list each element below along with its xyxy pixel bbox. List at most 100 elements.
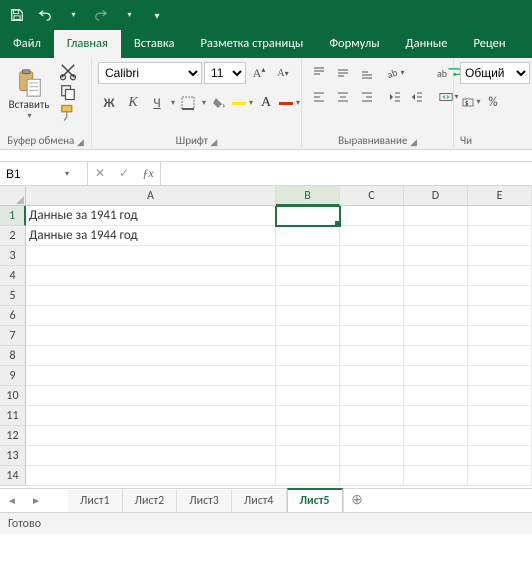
cell-B9[interactable]	[276, 366, 340, 386]
cell-D10[interactable]	[404, 386, 468, 406]
cell-C7[interactable]	[340, 326, 404, 346]
cell-A13[interactable]	[26, 446, 276, 466]
cell-E10[interactable]	[468, 386, 532, 406]
sheet-tab[interactable]: Лист2	[123, 489, 178, 512]
cell-C5[interactable]	[340, 286, 404, 306]
cell-C9[interactable]	[340, 366, 404, 386]
align-center-button[interactable]	[332, 86, 354, 108]
cell-E4[interactable]	[468, 266, 532, 286]
cell-D8[interactable]	[404, 346, 468, 366]
sheet-tab[interactable]: Лист5	[287, 488, 343, 512]
confirm-edit-button[interactable]: ✓	[112, 162, 136, 186]
cell-B5[interactable]	[276, 286, 340, 306]
row-header[interactable]: 1	[0, 206, 26, 226]
chevron-down-icon[interactable]: ▾	[171, 98, 175, 108]
row-header[interactable]: 7	[0, 326, 26, 346]
cell-C10[interactable]	[340, 386, 404, 406]
cell-B7[interactable]	[276, 326, 340, 346]
cell-C13[interactable]	[340, 446, 404, 466]
cell-C2[interactable]	[340, 226, 404, 246]
redo-dropdown-icon[interactable]: ▾	[116, 2, 142, 28]
cell-C8[interactable]	[340, 346, 404, 366]
cell-B11[interactable]	[276, 406, 340, 426]
dialog-launcher-icon[interactable]: ◢	[77, 137, 84, 148]
tab-review[interactable]: Рецен	[460, 30, 518, 58]
cell-C4[interactable]	[340, 266, 404, 286]
font-size-select[interactable]: 11	[204, 62, 246, 84]
cell-D13[interactable]	[404, 446, 468, 466]
tab-page-layout[interactable]: Разметка страницы	[187, 30, 316, 58]
chevron-down-icon[interactable]: ▾	[202, 98, 206, 108]
cell-E3[interactable]	[468, 246, 532, 266]
tab-data[interactable]: Данные	[393, 30, 461, 58]
col-header-E[interactable]: E	[468, 186, 532, 206]
cell-A7[interactable]	[26, 326, 276, 346]
dialog-launcher-icon[interactable]: ◢	[210, 137, 217, 148]
row-header[interactable]: 9	[0, 366, 26, 386]
cell-B2[interactable]	[276, 226, 340, 246]
paste-button[interactable]: Вставить ▾	[6, 62, 52, 126]
increase-indent-button[interactable]	[406, 86, 428, 108]
cell-C1[interactable]	[340, 206, 404, 226]
cell-B3[interactable]	[276, 246, 340, 266]
cell-B10[interactable]	[276, 386, 340, 406]
row-header[interactable]: 11	[0, 406, 26, 426]
decrease-font-button[interactable]: A▾	[272, 62, 294, 84]
cell-D9[interactable]	[404, 366, 468, 386]
accounting-format-button[interactable]: $▾	[460, 91, 482, 113]
cell-E6[interactable]	[468, 306, 532, 326]
tab-insert[interactable]: Вставка	[121, 30, 188, 58]
cell-A2[interactable]: Данные за 1944 год	[26, 226, 276, 246]
cell-D14[interactable]	[404, 466, 468, 486]
col-header-D[interactable]: D	[404, 186, 468, 206]
row-header[interactable]: 3	[0, 246, 26, 266]
number-format-select[interactable]: Общий	[460, 62, 530, 84]
format-painter-button[interactable]	[58, 104, 78, 122]
underline-button[interactable]: Ч	[146, 92, 168, 114]
row-header[interactable]: 12	[0, 426, 26, 446]
cell-A10[interactable]	[26, 386, 276, 406]
save-button[interactable]	[4, 2, 30, 28]
font-name-select[interactable]: Calibri	[98, 62, 202, 84]
percent-format-button[interactable]: %	[482, 91, 504, 113]
orientation-button[interactable]: ab▾	[384, 62, 406, 84]
chevron-down-icon[interactable]: ▾	[65, 169, 69, 179]
undo-button[interactable]	[32, 2, 58, 28]
cell-B13[interactable]	[276, 446, 340, 466]
sheet-tab[interactable]: Лист3	[177, 489, 232, 512]
font-color-button[interactable]: A	[255, 92, 277, 114]
cell-D12[interactable]	[404, 426, 468, 446]
cell-D4[interactable]	[404, 266, 468, 286]
cell-D1[interactable]	[404, 206, 468, 226]
row-header[interactable]: 2	[0, 226, 26, 246]
copy-button[interactable]	[58, 83, 78, 101]
cell-A9[interactable]	[26, 366, 276, 386]
cut-button[interactable]	[58, 62, 78, 80]
cell-E7[interactable]	[468, 326, 532, 346]
cell-D11[interactable]	[404, 406, 468, 426]
select-all-button[interactable]	[0, 186, 26, 206]
name-box-input[interactable]	[6, 167, 64, 181]
undo-dropdown-icon[interactable]: ▾	[60, 2, 86, 28]
align-right-button[interactable]	[356, 86, 378, 108]
align-left-button[interactable]	[308, 86, 330, 108]
cell-D5[interactable]	[404, 286, 468, 306]
cell-D6[interactable]	[404, 306, 468, 326]
chevron-down-icon[interactable]: ▾	[296, 98, 300, 108]
cell-E1[interactable]	[468, 206, 532, 226]
cell-E13[interactable]	[468, 446, 532, 466]
cell-D2[interactable]	[404, 226, 468, 246]
tab-home[interactable]: Главная	[54, 30, 121, 58]
row-header[interactable]: 5	[0, 286, 26, 306]
tab-file[interactable]: Файл	[0, 30, 54, 58]
dialog-launcher-icon[interactable]: ◢	[410, 137, 417, 148]
bold-button[interactable]: Ж	[98, 92, 120, 114]
cell-C14[interactable]	[340, 466, 404, 486]
increase-font-button[interactable]: A▴	[248, 62, 270, 84]
cell-E5[interactable]	[468, 286, 532, 306]
cell-B6[interactable]	[276, 306, 340, 326]
tab-formulas[interactable]: Формулы	[316, 30, 392, 58]
cell-A14[interactable]	[26, 466, 276, 486]
row-header[interactable]: 13	[0, 446, 26, 466]
cell-E12[interactable]	[468, 426, 532, 446]
